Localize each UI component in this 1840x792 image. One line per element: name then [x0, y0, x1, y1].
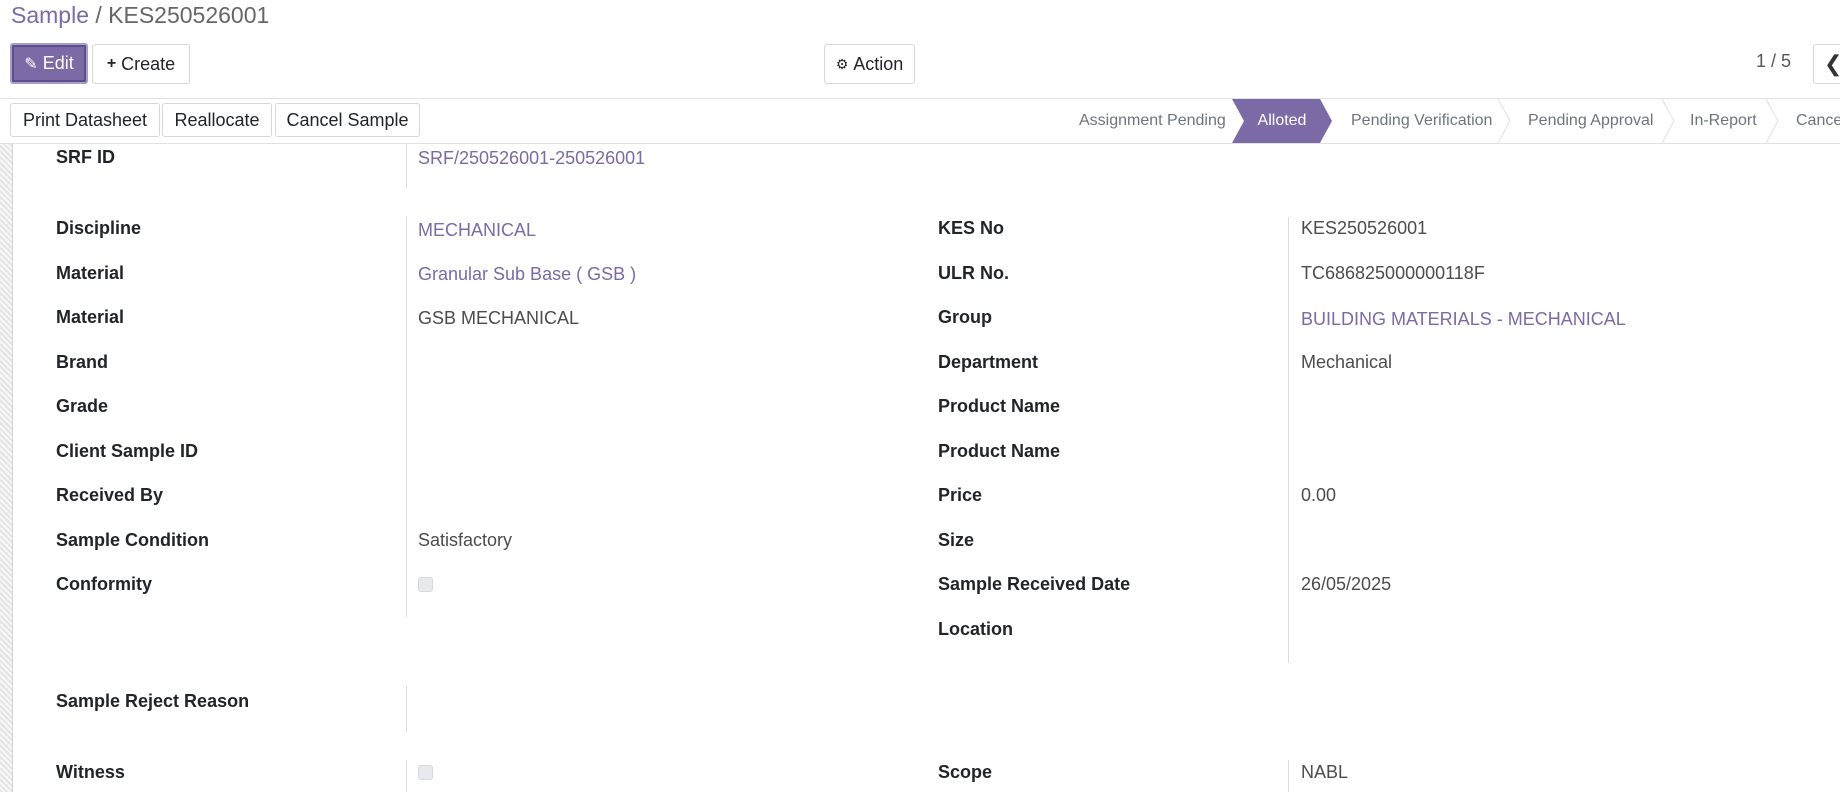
scope-label: Scope	[938, 762, 993, 782]
location-label: Location	[938, 619, 1013, 639]
kes-no-label: KES No	[938, 218, 1005, 238]
discipline-link[interactable]: MECHANICAL	[418, 220, 536, 241]
plus-icon: +	[106, 55, 117, 72]
statusbar: Print Datasheet Reallocate Cancel Sample…	[0, 99, 1840, 144]
conformity-label: Conformity	[56, 574, 152, 594]
brand-label: Brand	[56, 352, 109, 372]
sample-condition-value: Satisfactory	[418, 530, 513, 550]
group-link[interactable]: BUILDING MATERIALS - MECHANICAL	[1301, 309, 1626, 330]
stage-alloted[interactable]: Alloted	[1232, 99, 1332, 143]
breadcrumb-separator: /	[88, 2, 109, 28]
pencil-icon: ✎	[24, 55, 38, 73]
ulr-no-value: TC686825000000118F	[1301, 263, 1485, 283]
field-divider	[406, 144, 407, 188]
department-value: Mechanical	[1301, 352, 1393, 372]
scope-value: NABL	[1301, 762, 1349, 782]
stage-pending-verification[interactable]: Pending Verification	[1351, 99, 1492, 143]
grade-label: Grade	[56, 396, 109, 416]
stage-cancel[interactable]: Cancel	[1796, 99, 1840, 143]
stage-assignment-pending[interactable]: Assignment Pending	[1079, 99, 1226, 143]
witness-label: Witness	[56, 762, 125, 782]
cancel-sample-button[interactable]: Cancel Sample	[275, 103, 420, 137]
chevron-left-icon: ❮	[1824, 51, 1840, 77]
edit-button-label: Edit	[42, 53, 74, 73]
material-value-2: GSB MECHANICAL	[418, 308, 580, 328]
price-value: 0.00	[1301, 485, 1337, 505]
action-button-label: Action	[853, 53, 904, 74]
gear-icon: ⚙	[835, 55, 849, 72]
sample-reject-reason-label: Sample Reject Reason	[56, 691, 250, 711]
breadcrumb: Sample / KES250526001	[11, 1, 269, 29]
stage-in-report[interactable]: In-Report	[1690, 99, 1757, 143]
department-label: Department	[938, 352, 1039, 372]
ulr-no-label: ULR No.	[938, 263, 1009, 283]
field-divider	[406, 686, 407, 732]
srf-id-label: SRF ID	[56, 147, 116, 167]
stage-separator	[1497, 99, 1511, 143]
group-label: Group	[938, 307, 992, 327]
field-divider	[406, 760, 407, 792]
sheet-background	[0, 144, 12, 792]
action-button[interactable]: ⚙ Action	[824, 44, 915, 84]
field-divider	[1288, 760, 1289, 792]
edit-button[interactable]: ✎ Edit	[10, 43, 88, 84]
stage-separator	[1765, 99, 1779, 143]
breadcrumb-parent-link[interactable]: Sample	[11, 2, 89, 28]
sample-received-date-value: 26/05/2025	[1301, 574, 1392, 594]
product-name-label-2: Product Name	[938, 441, 1061, 461]
field-divider	[1288, 217, 1289, 663]
pager-value[interactable]: 1 / 5	[1756, 51, 1791, 72]
field-divider	[406, 217, 407, 617]
stage-separator	[1661, 99, 1675, 143]
price-label: Price	[938, 485, 983, 505]
material-link[interactable]: Granular Sub Base ( GSB )	[418, 264, 636, 285]
form-sheet: SRF ID SRF/250526001-250526001 Disciplin…	[12, 144, 1840, 792]
received-by-label: Received By	[56, 485, 164, 505]
control-panel: Sample / KES250526001 ✎ Edit + Create ⚙ Act…	[0, 0, 1840, 99]
sample-received-date-label: Sample Received Date	[938, 574, 1131, 594]
sample-condition-label: Sample Condition	[56, 530, 209, 550]
material-label-2: Material	[56, 307, 125, 327]
breadcrumb-current: KES250526001	[108, 2, 270, 28]
discipline-label: Discipline	[56, 218, 142, 238]
conformity-checkbox[interactable]	[418, 577, 433, 592]
pager-previous-button[interactable]: ❮	[1813, 44, 1840, 84]
client-sample-id-label: Client Sample ID	[56, 441, 199, 461]
material-label: Material	[56, 263, 125, 283]
srf-id-link[interactable]: SRF/250526001-250526001	[418, 148, 645, 169]
product-name-label: Product Name	[938, 396, 1061, 416]
reallocate-button[interactable]: Reallocate	[162, 103, 272, 137]
kes-no-value: KES250526001	[1301, 218, 1428, 238]
print-datasheet-button[interactable]: Print Datasheet	[10, 103, 160, 137]
witness-checkbox[interactable]	[418, 765, 433, 780]
stage-pending-approval[interactable]: Pending Approval	[1528, 99, 1653, 143]
create-button[interactable]: + Create	[92, 44, 190, 84]
create-button-label: Create	[121, 53, 176, 74]
size-label: Size	[938, 530, 975, 550]
